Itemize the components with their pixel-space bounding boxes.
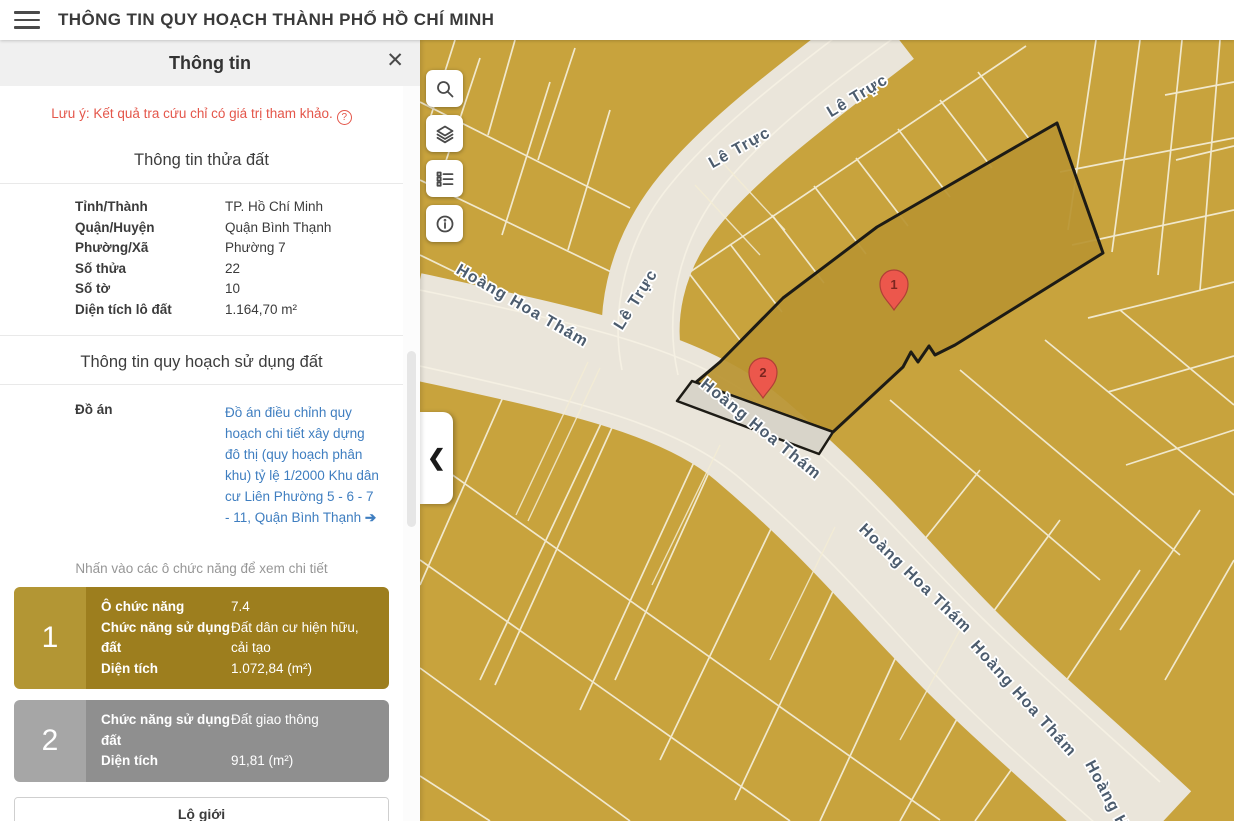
scrollbar-thumb[interactable] [407,351,416,527]
parcel-fields: Tỉnh/ThànhTP. Hồ Chí Minh Quận/HuyệnQuận… [0,184,403,335]
planning-document-link[interactable]: Đồ án điều chỉnh quy hoạch chi tiết xây … [225,402,380,528]
field-value: TP. Hồ Chí Minh [225,197,403,218]
app-header: THÔNG TIN QUY HOẠCH THÀNH PHỐ HỒ CHÍ MIN… [0,0,1234,40]
arrow-right-icon: ➔ [365,510,376,525]
info-icon[interactable] [426,205,463,242]
legend-icon[interactable] [426,160,463,197]
layers-icon[interactable] [426,115,463,152]
zones-hint: Nhấn vào các ô chức năng để xem chi tiết [0,561,403,576]
close-icon[interactable]: ✕ [386,50,404,71]
sidebar-scrollbar[interactable] [403,86,420,821]
panel-title: Thông tin [169,53,251,74]
panel-header: Thông tin ✕ [0,40,420,86]
field-label: Số thửa [75,259,225,280]
zone-number-badge: 2 [14,700,86,782]
field-label: Số tờ [75,279,225,300]
marker-number: 1 [890,277,897,292]
map-canvas[interactable]: Lê Trực Lê Trực Lê Trực Hoàng Hoa Thám H… [420,40,1234,821]
search-icon[interactable] [426,70,463,107]
zone-field-label: Ô chức năng [101,597,231,618]
field-row: Số thửa22 [0,259,403,280]
info-panel: Thông tin ✕ Lưu ý: Kết quả tra cứu chỉ c… [0,40,420,821]
field-row: Phường/XãPhường 7 [0,238,403,259]
field-label: Tỉnh/Thành [75,197,225,218]
map-controls [426,70,463,242]
panel-collapse-toggle[interactable]: ❮ [420,412,453,504]
zone-field-value: Đất dân cư hiện hữu, cải tạo [231,618,377,659]
field-value: 10 [225,279,403,300]
field-value: Quận Bình Thạnh [225,218,403,239]
help-icon[interactable]: ? [337,110,352,125]
disclaimer-text: Lưu ý: Kết quả tra cứu chỉ có giá trị th… [8,106,395,125]
zone-field-label: Diện tích [101,659,231,680]
field-value: Phường 7 [225,238,403,259]
zone-field-label: Chức năng sử dụng đất [101,618,231,659]
panel-body: Lưu ý: Kết quả tra cứu chỉ có giá trị th… [0,86,403,821]
field-label: Phường/Xã [75,238,225,259]
field-value: 22 [225,259,403,280]
app-title: THÔNG TIN QUY HOẠCH THÀNH PHỐ HỒ CHÍ MIN… [58,10,494,30]
marker-number: 2 [759,365,766,380]
field-row: Số tờ10 [0,279,403,300]
doan-label: Đồ án [75,402,225,528]
field-value: 1.164,70 m² [225,300,403,321]
hamburger-menu-icon[interactable] [14,11,40,29]
road-width-table-title: Lộ giới [15,798,388,821]
zone-number-badge: 1 [14,587,86,689]
field-label: Quận/Huyện [75,218,225,239]
zone-field-value: 91,81 (m²) [231,751,377,772]
field-row: Tỉnh/ThànhTP. Hồ Chí Minh [0,197,403,218]
field-row: Quận/HuyệnQuận Bình Thạnh [0,218,403,239]
parcel-section-title: Thông tin thửa đất [0,151,403,170]
disclaimer-label: Lưu ý: Kết quả tra cứu chỉ có giá trị th… [51,106,332,121]
planning-document-link-text: Đồ án điều chỉnh quy hoạch chi tiết xây … [225,405,379,525]
zone-field-label: Chức năng sử dụng đất [101,710,231,751]
zone-card-1[interactable]: 1 Ô chức năng7.4 Chức năng sử dụng đấtĐấ… [14,587,389,689]
field-label: Diện tích lô đất [75,300,225,321]
zone-field-value: 7.4 [231,597,377,618]
field-row: Diện tích lô đất1.164,70 m² [0,300,403,321]
planning-section-title: Thông tin quy hoạch sử dụng đất [0,353,403,372]
doan-row: Đồ án Đồ án điều chỉnh quy hoạch chi tiế… [0,385,403,538]
zone-card-2[interactable]: 2 Chức năng sử dụng đấtĐất giao thông Di… [14,700,389,782]
zone-field-label: Diện tích [101,751,231,772]
zone-card-body: Chức năng sử dụng đấtĐất giao thông Diện… [86,700,389,782]
road-width-table: Lộ giới Hoàng Hoa Thám 20,00m [14,797,389,821]
divider [0,335,403,336]
map-svg: Lê Trực Lê Trực Lê Trực Hoàng Hoa Thám H… [420,40,1234,821]
zone-card-body: Ô chức năng7.4 Chức năng sử dụng đấtĐất … [86,587,389,689]
zone-field-value: Đất giao thông [231,710,377,751]
zone-field-value: 1.072,84 (m²) [231,659,377,680]
